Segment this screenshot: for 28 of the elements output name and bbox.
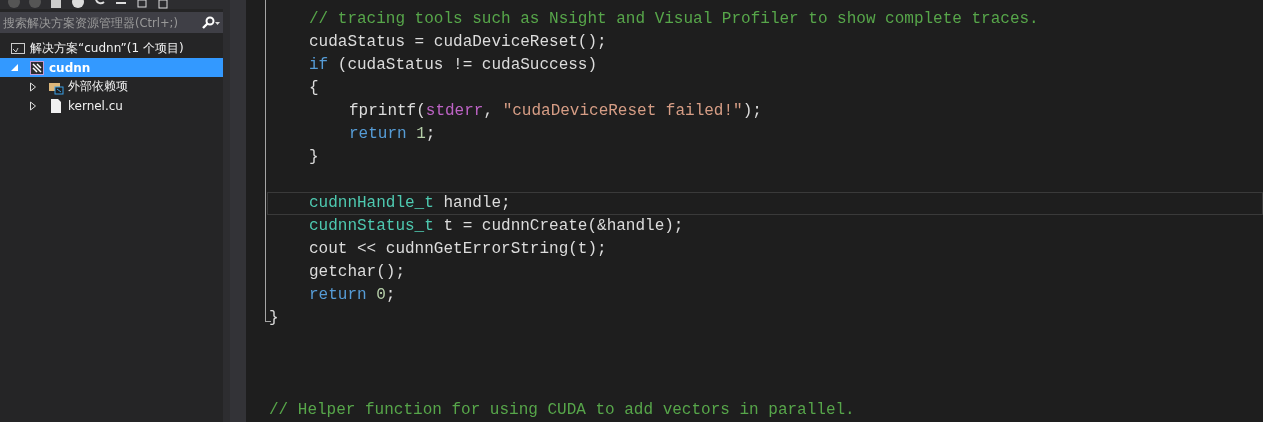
search-field[interactable]: 搜索解决方案资源管理器(Ctrl+;) <box>0 12 223 33</box>
code-line: return 0; <box>309 286 396 304</box>
tree-item[interactable]: 解决方案“cudnn”(1 个项目) <box>0 39 223 58</box>
code-line: } <box>309 148 319 166</box>
code-line: getchar(); <box>309 263 405 281</box>
expanded-arrow-icon[interactable] <box>10 62 19 73</box>
code-line: return 1; <box>349 125 436 143</box>
search-icon[interactable] <box>201 15 221 30</box>
code-line: cudnnStatus_t t = cudnnCreate(&handle); <box>309 217 684 235</box>
code-line: } <box>269 309 279 327</box>
code-line: cudnnHandle_t handle; <box>309 194 511 212</box>
code-line: cout << cudnnGetErrorString(t); <box>309 240 607 258</box>
code-line: // tracing tools such as Nsight and Visual Profiler to show complete traces. <box>309 10 1039 28</box>
code-line: { <box>309 79 319 97</box>
file-icon <box>48 97 64 114</box>
code-line: // Helper function for using CUDA to add vectors in parallel. <box>269 401 855 419</box>
copy-icon[interactable] <box>136 0 148 9</box>
code-line: fprintf(stderr, "cudaDeviceReset failed!"); <box>349 102 762 120</box>
collapsed-arrow-icon[interactable] <box>29 81 38 92</box>
window-icon <box>10 40 26 57</box>
document-icon[interactable] <box>157 0 169 9</box>
tree-item[interactable]: kernel.cu <box>0 96 223 115</box>
tree-item[interactable]: 外部依赖项 <box>0 77 223 96</box>
code-line: cudaStatus = cudaDeviceReset(); <box>309 33 607 51</box>
collapsed-arrow-icon[interactable] <box>29 100 38 111</box>
code-line: if (cudaStatus != cudaSuccess) <box>309 56 598 74</box>
page-icon[interactable] <box>50 0 62 9</box>
project-icon <box>29 59 45 76</box>
